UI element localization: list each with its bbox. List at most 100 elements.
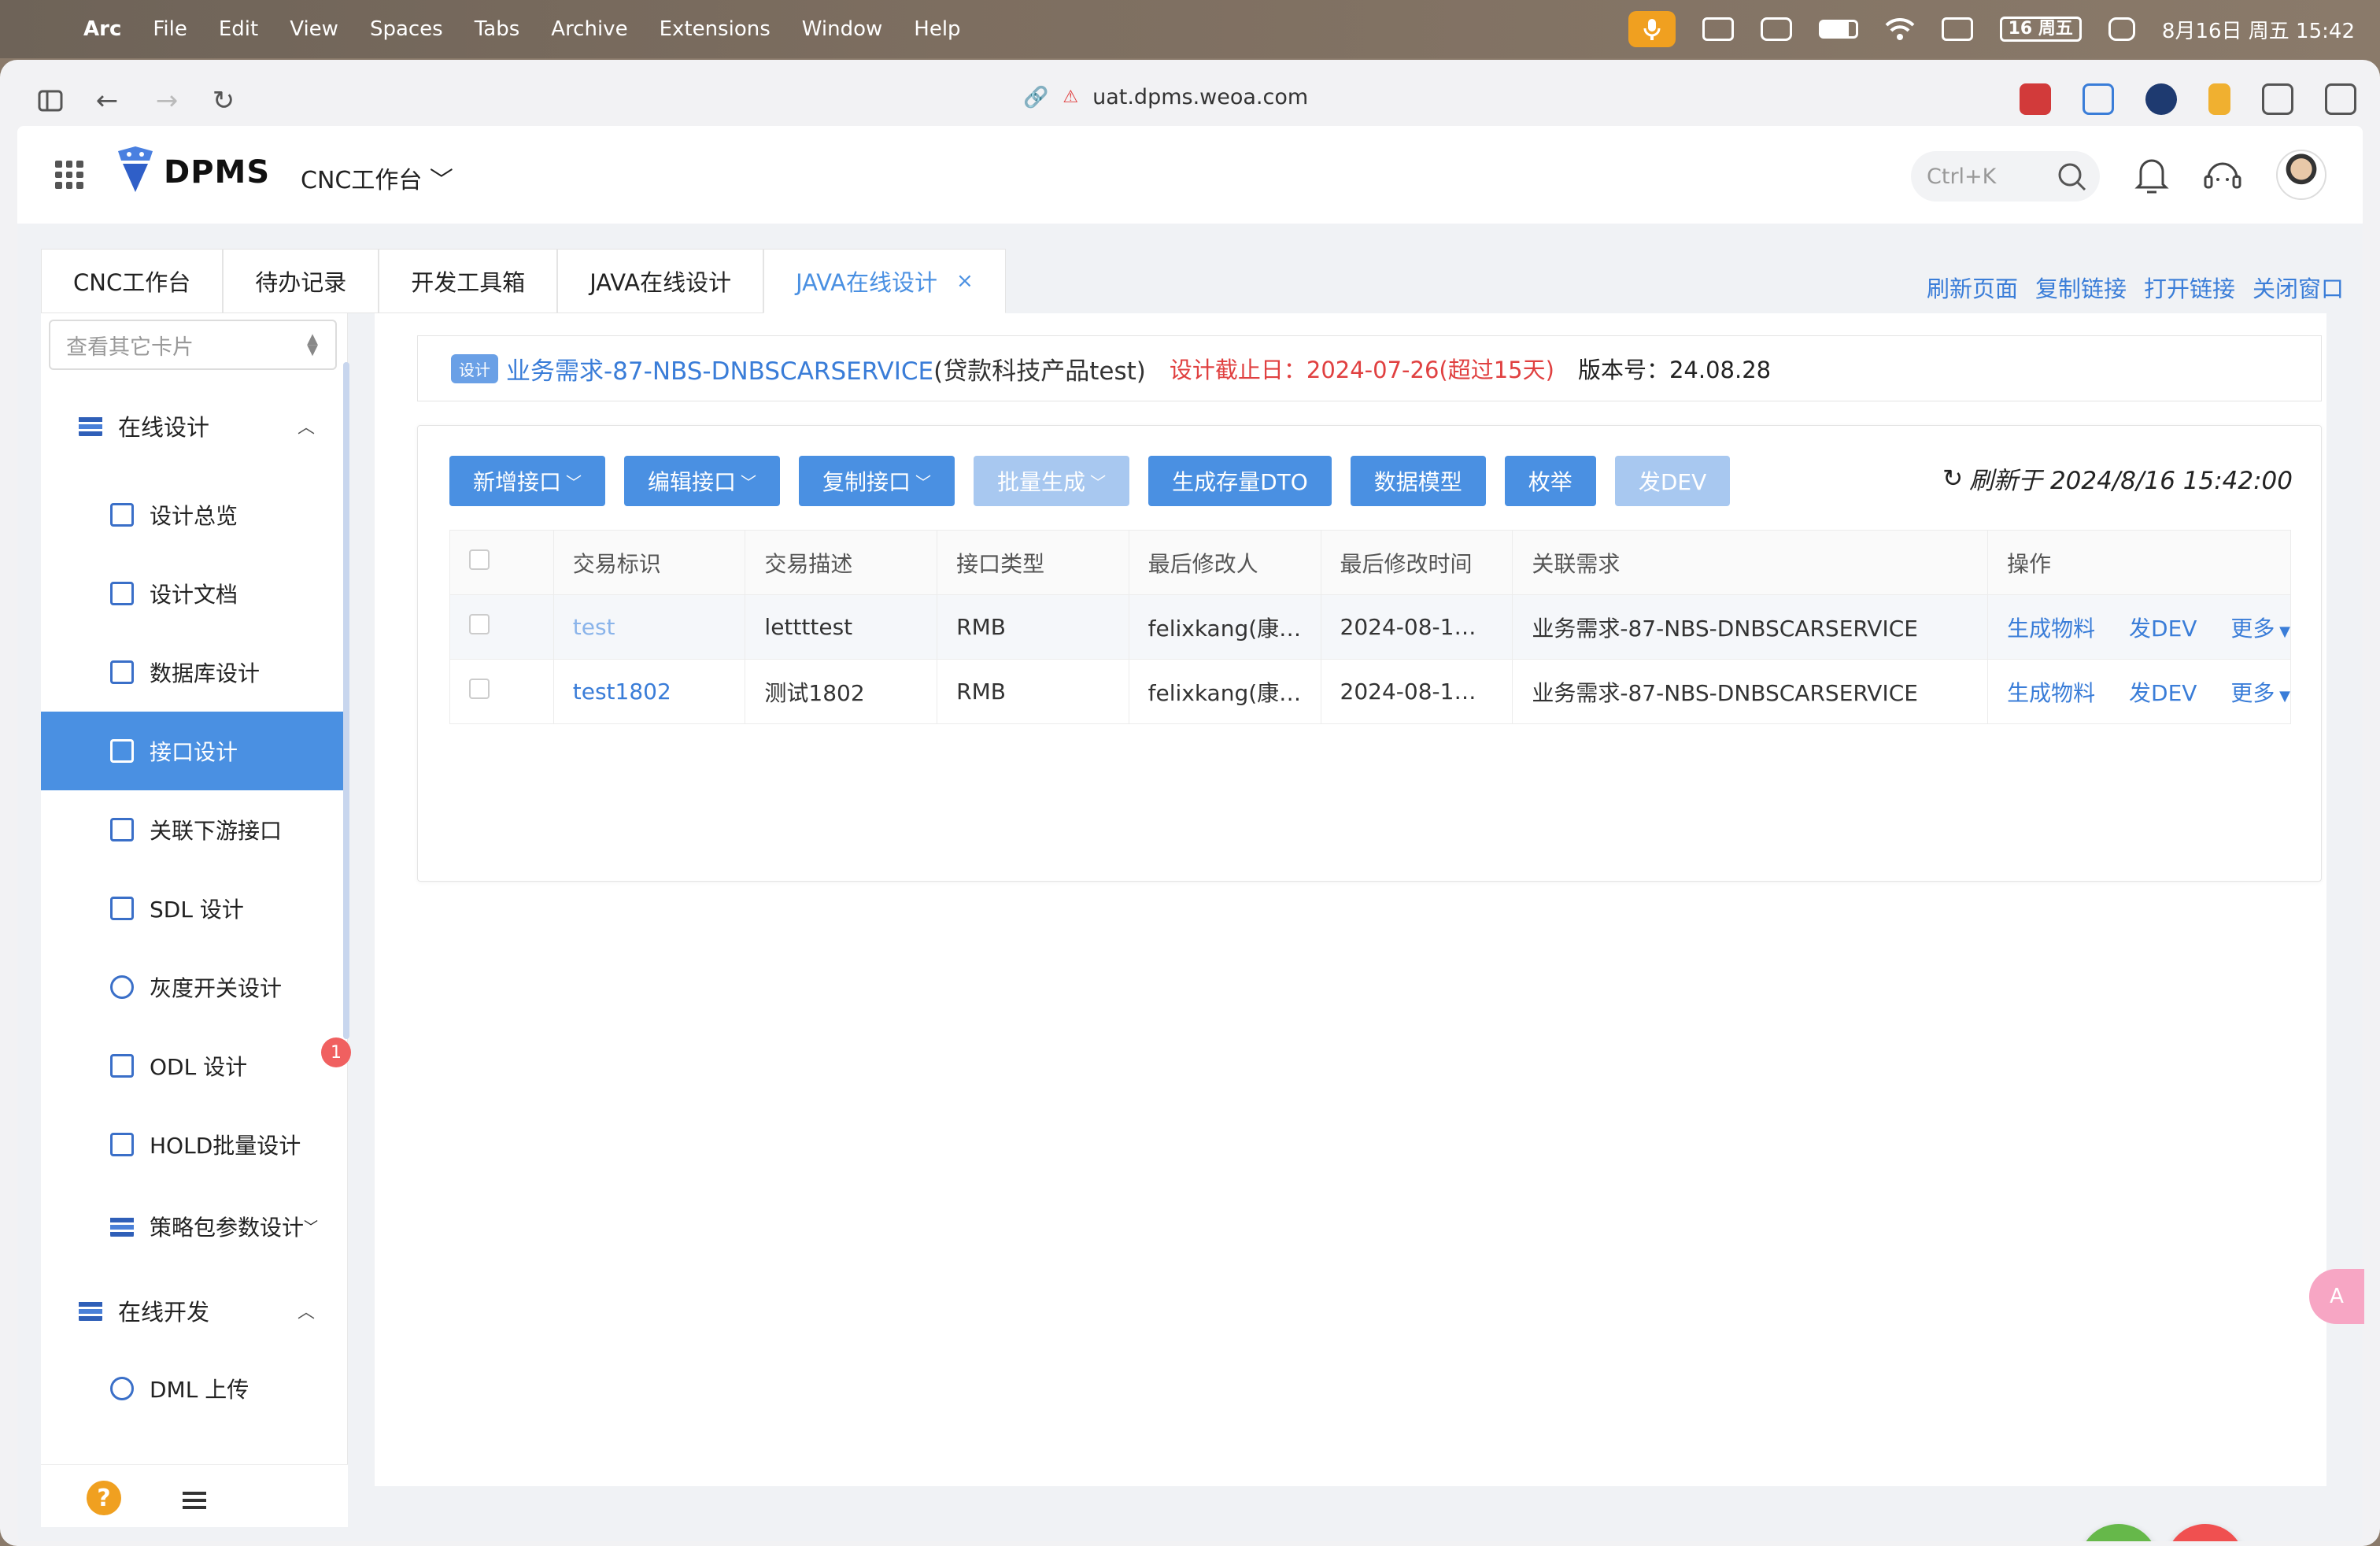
sidebar-scrollbar[interactable] (343, 362, 349, 1039)
menu-extensions[interactable]: Extensions (660, 17, 771, 41)
refresh-page-link[interactable]: 刷新页面 (1927, 271, 2018, 304)
edit-extension-icon[interactable] (2082, 83, 2114, 115)
tab-java-design-1[interactable]: JAVA在线设计 (557, 249, 764, 313)
menu-archive[interactable]: Archive (551, 17, 627, 41)
send-dev-button[interactable]: 发DEV (1614, 456, 1731, 506)
clipboard-fab[interactable] (2079, 1524, 2158, 1541)
tab-dev-toolbox[interactable]: 开发工具箱 (379, 249, 558, 313)
requirement-link[interactable]: 业务需求-87-NBS-DNBSCARSERVICE (506, 351, 933, 386)
avatar[interactable] (2276, 150, 2326, 200)
batch-generate-button[interactable]: 批量生成 ﹀ (974, 456, 1130, 506)
sidebar-item-downstream-interface[interactable]: 关联下游接口 (41, 790, 348, 869)
close-window-link[interactable]: 关闭窗口 (2252, 271, 2344, 304)
sidebar-item-design-overview[interactable]: 设计总览 (41, 475, 348, 554)
column-header[interactable]: 最后修改人 (1128, 530, 1321, 595)
search-icon[interactable] (2056, 161, 2087, 192)
close-icon[interactable]: × (956, 269, 974, 293)
cell-id: test (552, 594, 746, 660)
control-center-icon[interactable] (2108, 17, 2135, 41)
menu-app[interactable]: Arc (83, 17, 121, 41)
translate-icon[interactable]: A (2309, 1269, 2364, 1324)
generate-dto-button[interactable]: 生成存量DTO (1148, 456, 1332, 506)
enum-button[interactable]: 枚举 (1504, 456, 1596, 506)
sidebar-item-strategy-params[interactable]: 策略包参数设计 ﹀ (41, 1187, 348, 1266)
column-header[interactable]: 交易描述 (745, 530, 938, 595)
more-dropdown[interactable]: 更多 ▼ (2230, 680, 2289, 706)
column-header[interactable]: 关联需求 (1512, 530, 1989, 595)
table-row[interactable]: test lettttest RMB felixkang(康… 2024-08-… (449, 594, 2291, 660)
forward-icon[interactable]: → (150, 83, 184, 118)
headset-icon[interactable] (2202, 156, 2243, 195)
workspace-switcher[interactable]: CNC工作台 ﹀ (301, 161, 453, 195)
sidebar-item-database-design[interactable]: 数据库设计 (41, 633, 348, 712)
column-header[interactable]: 交易标识 (552, 530, 746, 595)
add-interface-button[interactable]: 新增接口 ﹀ (449, 456, 606, 506)
app-grid-icon[interactable] (55, 161, 83, 189)
send-dev-link[interactable]: 发DEV (2129, 616, 2197, 642)
sidebar-group-online-dev[interactable]: 在线开发 ︿ (41, 1275, 348, 1346)
tab-cnc-workbench[interactable]: CNC工作台 (41, 249, 224, 313)
notes-icon[interactable] (1941, 17, 1973, 41)
sidebar-item-hold-batch[interactable]: HOLD批量设计 (41, 1105, 348, 1184)
card-select[interactable]: 查看其它卡片 ▲ ▼ (49, 320, 337, 370)
menu-window[interactable]: Window (802, 17, 883, 41)
toolbar: 新增接口 ﹀ 编辑接口 ﹀ 复制接口 ﹀ 批量生成 ﹀ 生成存量DTO 数据模型 枚举 … (449, 456, 1731, 506)
battery-icon[interactable] (1818, 20, 1858, 39)
menubar-datetime[interactable]: 8月16日 周五 15:42 (2162, 15, 2355, 44)
more-dropdown[interactable]: 更多 ▼ (2230, 616, 2289, 642)
menu-help[interactable]: Help (914, 17, 960, 41)
settings-extension-icon[interactable] (2262, 83, 2293, 115)
menu-view[interactable]: View (290, 17, 338, 41)
sidebar-toggle-icon[interactable] (33, 83, 68, 118)
menu-spaces[interactable]: Spaces (370, 17, 443, 41)
sidebar-item-odl-design[interactable]: ODL 设计 (41, 1026, 348, 1105)
url-field[interactable]: 🔗 ⚠ uat.dpms.weoa.com (1023, 85, 1308, 109)
collapse-menu-icon[interactable] (183, 1492, 206, 1509)
global-search[interactable]: Ctrl+K (1911, 151, 2100, 202)
sidebar-item-dml-upload[interactable]: DML 上传 (41, 1357, 348, 1420)
generate-material-link[interactable]: 生成物料 (2007, 616, 2095, 642)
send-dev-link[interactable]: 发DEV (2129, 680, 2197, 706)
copy-interface-button[interactable]: 复制接口 ﹀ (799, 456, 955, 506)
help-icon[interactable]: ? (87, 1481, 121, 1515)
copy-link-link[interactable]: 复制链接 (2035, 271, 2127, 304)
split-view-icon[interactable] (2325, 83, 2356, 115)
sidebar-item-design-doc[interactable]: 设计文档 (41, 554, 348, 633)
bell-icon[interactable] (2134, 156, 2169, 195)
interface-id-link[interactable]: test1802 (573, 679, 671, 705)
open-link-link[interactable]: 打开链接 (2144, 271, 2235, 304)
column-header[interactable]: 接口类型 (937, 530, 1129, 595)
table-row[interactable]: test1802 测试1802 RMB felixkang(康… 2024-08… (449, 659, 2291, 724)
menu-tabs[interactable]: Tabs (475, 17, 520, 41)
extension-1-icon[interactable] (2020, 83, 2051, 115)
calendar-badge[interactable]: 16 周五 (1999, 17, 2082, 42)
reload-icon[interactable]: ↻ (206, 83, 241, 118)
sidebar-group-online-design[interactable]: 在线设计 ︿ (41, 390, 348, 461)
select-all-checkbox[interactable] (469, 549, 490, 570)
database-chart-icon (110, 660, 134, 684)
sidebar-item-gray-switch[interactable]: 灰度开关设计 (41, 948, 348, 1026)
bookmark-extension-icon[interactable] (2208, 83, 2230, 115)
refresh-status[interactable]: ↻ 刷新于 2024/8/16 15:42:00 (1942, 460, 2293, 496)
generate-material-link[interactable]: 生成物料 (2007, 680, 2095, 706)
tab-java-design-active[interactable]: JAVA在线设计 × (763, 249, 1006, 313)
window-icon[interactable] (1702, 17, 1734, 41)
microphone-icon[interactable] (1628, 11, 1676, 47)
alert-fab[interactable]: ! (2166, 1524, 2245, 1541)
menu-edit[interactable]: Edit (219, 17, 258, 41)
check-extension-icon[interactable] (2145, 83, 2177, 115)
du-app-icon[interactable] (1760, 17, 1792, 41)
tab-todo[interactable]: 待办记录 (223, 249, 379, 313)
back-icon[interactable]: ← (90, 83, 124, 118)
sidebar-item-interface-design[interactable]: 接口设计 (41, 712, 348, 790)
data-model-button[interactable]: 数据模型 (1350, 456, 1486, 506)
apple-icon[interactable] (31, 16, 55, 43)
edit-interface-button[interactable]: 编辑接口 ﹀ (624, 456, 781, 506)
interface-id-link[interactable]: test (573, 614, 615, 640)
menu-file[interactable]: File (153, 17, 187, 41)
wifi-icon[interactable] (1885, 17, 1915, 41)
row-checkbox[interactable] (469, 614, 490, 634)
sidebar-item-sdl-design[interactable]: SDL 设计 (41, 869, 348, 948)
row-checkbox[interactable] (469, 679, 490, 699)
column-header[interactable]: 最后修改时间 (1320, 530, 1513, 595)
